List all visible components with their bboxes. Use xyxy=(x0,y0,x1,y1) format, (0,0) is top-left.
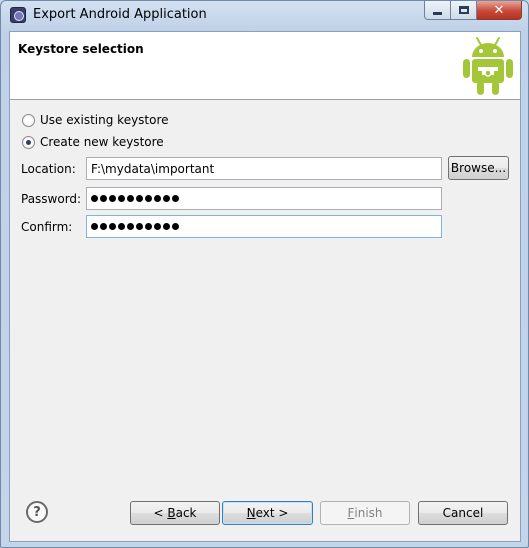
wizard-banner: Keystore selection xyxy=(10,32,520,100)
maximize-icon xyxy=(458,6,469,14)
password-label: Password: xyxy=(21,192,82,206)
finish-button[interactable]: Finish xyxy=(320,501,410,525)
create-new-keystore-option[interactable]: Create new keystore xyxy=(22,135,164,149)
create-new-radio[interactable] xyxy=(22,135,35,149)
confirm-input[interactable] xyxy=(86,215,442,238)
next-mnemonic: N xyxy=(246,506,256,520)
location-value: F:\mydata\important xyxy=(91,161,215,176)
back-mnemonic: B xyxy=(167,506,176,520)
dialog-client-area: Keystore selection Use existing keystore xyxy=(9,31,521,542)
finish-rest: inish xyxy=(354,506,383,520)
app-icon xyxy=(10,7,26,23)
next-rest: ext > xyxy=(255,506,289,520)
location-label: Location: xyxy=(21,162,76,176)
use-existing-label: Use existing keystore xyxy=(40,113,169,127)
password-mask xyxy=(91,195,179,202)
close-icon: ✕ xyxy=(493,2,505,18)
use-existing-keystore-option[interactable]: Use existing keystore xyxy=(22,113,169,127)
minimize-button[interactable] xyxy=(424,1,451,20)
confirm-mask xyxy=(91,223,179,230)
back-prefix: < xyxy=(153,506,168,520)
browse-button[interactable]: Browse... xyxy=(448,156,509,180)
back-rest: ack xyxy=(175,506,197,520)
use-existing-radio[interactable] xyxy=(22,113,35,127)
create-new-label: Create new keystore xyxy=(40,135,164,149)
window-controls: ✕ xyxy=(424,1,522,20)
password-input[interactable] xyxy=(86,187,442,210)
finish-mnemonic: F xyxy=(347,506,355,520)
confirm-label: Confirm: xyxy=(21,220,73,234)
export-dialog-window: Export Android Application ✕ Keystore se… xyxy=(0,0,529,548)
cancel-button[interactable]: Cancel xyxy=(418,501,508,525)
next-button[interactable]: Next > xyxy=(222,501,313,525)
location-input[interactable]: F:\mydata\important xyxy=(86,157,442,180)
close-button[interactable]: ✕ xyxy=(477,1,522,20)
title-bar[interactable]: Export Android Application ✕ xyxy=(1,1,528,29)
page-title: Keystore selection xyxy=(18,42,144,56)
minimize-icon xyxy=(433,11,442,15)
help-icon[interactable]: ? xyxy=(26,501,48,523)
android-logo-icon xyxy=(463,37,513,95)
window-title: Export Android Application xyxy=(33,7,207,22)
maximize-button[interactable] xyxy=(451,1,477,20)
back-button[interactable]: < Back xyxy=(130,501,220,525)
